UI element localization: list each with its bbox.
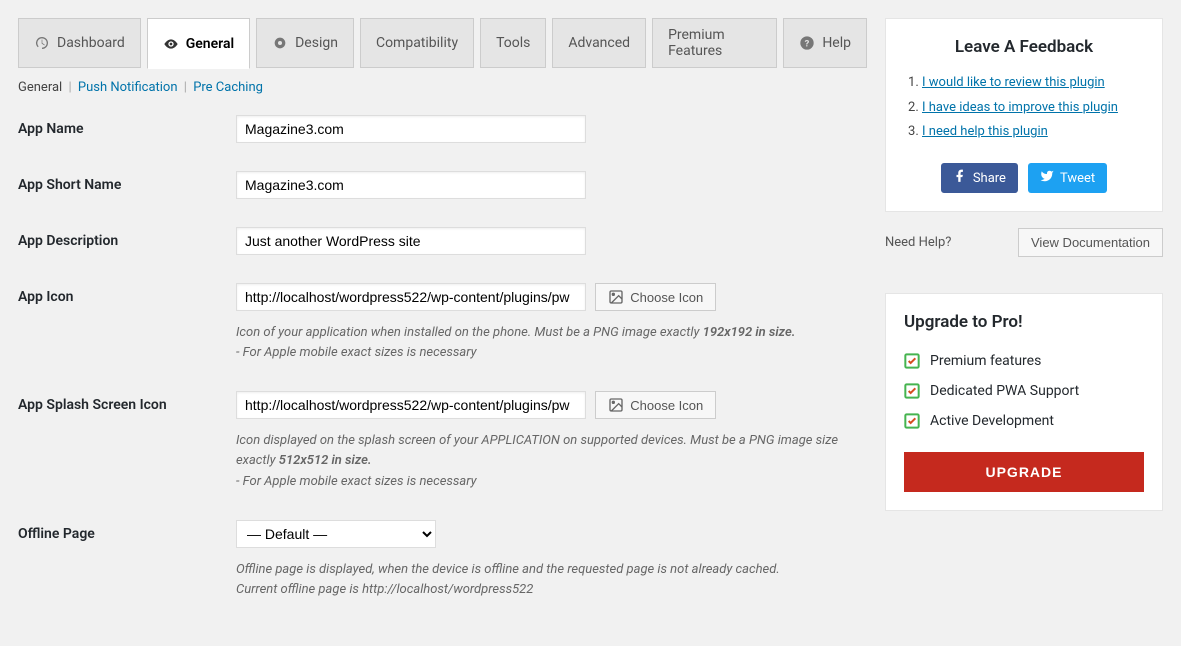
tab-tools[interactable]: Tools [480,18,546,68]
input-app-icon[interactable] [236,283,586,311]
label-splash-icon: App Splash Screen Icon [18,391,236,413]
input-app-name[interactable] [236,115,586,143]
tab-premium[interactable]: Premium Features [652,18,777,68]
tab-advanced[interactable]: Advanced [552,18,646,68]
help-app-icon: Icon of your application when installed … [236,323,867,363]
feedback-title: Leave A Feedback [904,37,1144,57]
help-icon: ? [799,35,815,51]
label-app-name: App Name [18,115,236,137]
pro-item-label: Dedicated PWA Support [930,383,1079,399]
tab-label: Compatibility [376,35,458,51]
pro-item: Dedicated PWA Support [904,376,1144,406]
feedback-link-ideas[interactable]: I have ideas to improve this plugin [922,100,1118,115]
tab-label: Advanced [568,35,630,51]
need-help-label: Need Help? [885,235,951,250]
feedback-link-review[interactable]: I would like to review this plugin [922,75,1105,90]
view-documentation-button[interactable]: View Documentation [1018,228,1163,257]
label-app-icon: App Icon [18,283,236,305]
pro-item-label: Active Development [930,413,1054,429]
pro-item: Premium features [904,346,1144,376]
button-label: Share [973,171,1006,186]
choose-icon-button[interactable]: Choose Icon [595,283,716,311]
tab-help[interactable]: ? Help [783,18,867,68]
select-offline-page[interactable]: — Default — [236,520,436,548]
subnav-push[interactable]: Push Notification [78,80,178,95]
upgrade-button[interactable]: UPGRADE [904,452,1144,492]
design-icon [272,35,288,51]
input-app-short-name[interactable] [236,171,586,199]
label-app-description: App Description [18,227,236,249]
subnav-precache[interactable]: Pre Caching [193,80,263,95]
twitter-icon [1040,169,1054,187]
upgrade-card: Upgrade to Pro! Premium features Dedicat… [885,293,1163,511]
eye-icon [163,36,179,52]
help-offline-page: Offline page is displayed, when the devi… [236,560,867,600]
tab-label: Dashboard [57,35,125,51]
tab-general[interactable]: General [147,18,250,69]
tab-design[interactable]: Design [256,18,354,68]
check-icon [904,353,920,369]
label-app-short-name: App Short Name [18,171,236,193]
tab-dashboard[interactable]: Dashboard [18,18,141,68]
share-twitter-button[interactable]: Tweet [1028,163,1107,193]
tab-label: Tools [496,35,530,51]
image-icon [608,289,624,305]
button-label: Choose Icon [630,290,703,305]
subnav-general: General [18,80,62,95]
button-label: Choose Icon [630,398,703,413]
subnav: General | Push Notification | Pre Cachin… [18,80,867,95]
image-icon [608,397,624,413]
tab-label: Design [295,35,338,51]
pro-item: Active Development [904,406,1144,436]
input-splash-icon[interactable] [236,391,586,419]
choose-splash-icon-button[interactable]: Choose Icon [595,391,716,419]
feedback-card: Leave A Feedback I would like to review … [885,18,1163,212]
tab-label: General [186,36,234,52]
upgrade-title: Upgrade to Pro! [904,312,1144,332]
check-icon [904,413,920,429]
check-icon [904,383,920,399]
input-app-description[interactable] [236,227,586,255]
pro-item-label: Premium features [930,353,1041,369]
feedback-link-help[interactable]: I need help this plugin [922,124,1048,139]
tab-label: Premium Features [668,27,761,59]
facebook-icon [953,169,967,187]
label-offline-page: Offline Page [18,520,236,542]
tab-compatibility[interactable]: Compatibility [360,18,474,68]
dashboard-icon [34,35,50,51]
share-facebook-button[interactable]: Share [941,163,1018,193]
help-splash-icon: Icon displayed on the splash screen of y… [236,431,867,491]
tab-bar: Dashboard General Design Compatibility T… [18,18,867,68]
button-label: Tweet [1060,171,1095,186]
svg-text:?: ? [805,38,810,49]
tab-label: Help [822,35,851,51]
